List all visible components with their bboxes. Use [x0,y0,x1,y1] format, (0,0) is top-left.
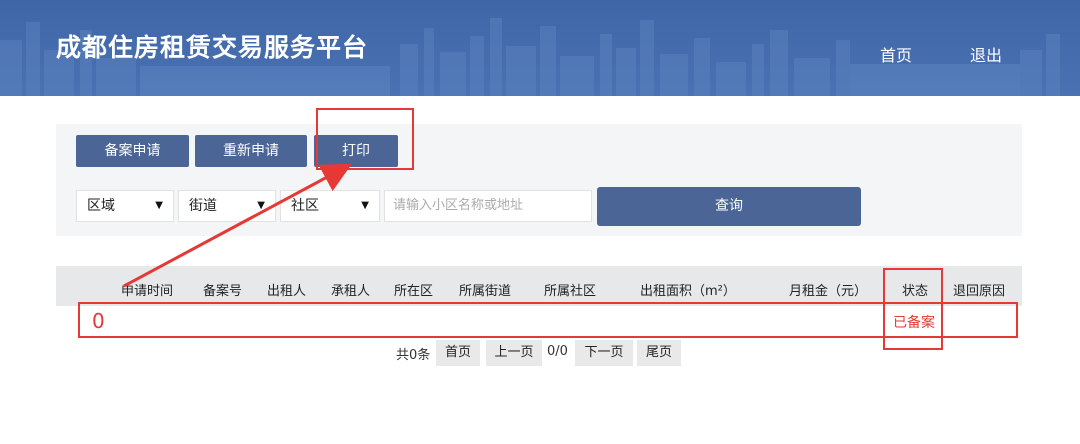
column-header: 所在区 [394,284,434,299]
community-select[interactable]: 社区 ▼ [280,190,380,222]
row-index-annotation: 0 [92,309,105,333]
status-highlight-box [883,268,943,350]
caret-down-icon: ▼ [257,200,265,211]
query-button[interactable]: 查询 [597,187,861,226]
header-banner: 成都住房租赁交易服务平台 首页 退出 [0,0,1080,96]
filing-apply-button[interactable]: 备案申请 [76,135,189,167]
nav-logout-link[interactable]: 退出 [970,42,1002,66]
reapply-button[interactable]: 重新申请 [195,135,307,167]
street-select[interactable]: 街道 ▼ [178,190,276,222]
next-page-button[interactable]: 下一页 [575,340,633,366]
column-header: 退回原因 [953,284,1006,299]
last-page-button[interactable]: 尾页 [637,340,681,366]
column-header: 备案号 [203,284,243,299]
print-highlight-box [316,108,414,170]
column-header: 所属社区 [544,284,597,299]
table-header [56,266,1022,306]
column-header: 所属街道 [459,284,512,299]
community-search-input[interactable]: 请输入小区名称或地址 [384,190,592,222]
pagination-total: 共0条 [396,348,431,363]
street-select-value: 街道 [189,198,217,214]
column-header: 出租面积（m²） [640,284,736,299]
column-header: 承租人 [331,284,371,299]
prev-page-button[interactable]: 上一页 [486,340,542,366]
page-indicator: 0/0 [547,344,568,359]
site-title: 成都住房租赁交易服务平台 [56,33,369,62]
table-row [78,302,1018,338]
region-select[interactable]: 区域 ▼ [76,190,174,222]
column-header: 月租金（元） [789,284,868,299]
first-page-button[interactable]: 首页 [436,340,480,366]
caret-down-icon: ▼ [155,200,163,211]
column-header: 出租人 [267,284,307,299]
region-select-value: 区域 [87,198,115,214]
caret-down-icon: ▼ [361,200,369,211]
column-header: 申请时间 [121,284,174,299]
nav-home-link[interactable]: 首页 [880,42,912,66]
community-select-value: 社区 [291,198,319,214]
